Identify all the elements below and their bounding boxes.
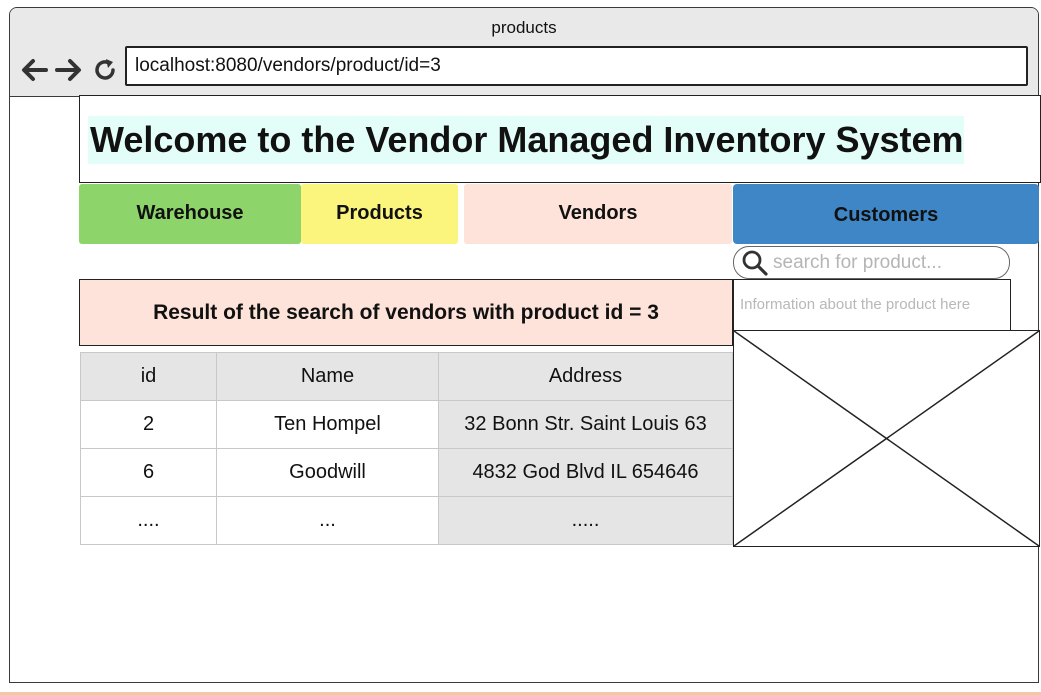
table-row[interactable]: 6 Goodwill 4832 God Blvd IL 654646: [80, 448, 733, 497]
page-title: Welcome to the Vendor Managed Inventory …: [88, 116, 964, 164]
image-placeholder-icon: [733, 330, 1040, 547]
reload-icon[interactable]: [90, 56, 120, 84]
cell-address: 32 Bonn Str. Saint Louis 63: [438, 400, 733, 449]
product-search[interactable]: [733, 246, 1010, 279]
tab-vendors-label: Vendors: [558, 202, 638, 224]
address-bar[interactable]: localhost:8080/vendors/product/id=3: [125, 46, 1028, 86]
tab-warehouse[interactable]: Warehouse: [79, 184, 301, 244]
cell-address: 4832 God Blvd IL 654646: [438, 448, 733, 497]
column-header-name: Name: [216, 352, 439, 401]
page-header: Welcome to the Vendor Managed Inventory …: [79, 95, 1041, 183]
product-image-placeholder: [733, 330, 1040, 547]
address-url: localhost:8080/vendors/product/id=3: [135, 55, 441, 76]
tab-customers[interactable]: Customers: [733, 184, 1039, 244]
result-heading-box: Result of the search of vendors with pro…: [79, 279, 733, 346]
product-info-box: Information about the product here: [733, 279, 1011, 331]
cell-name: Goodwill: [216, 448, 439, 497]
window-title: products: [491, 18, 557, 37]
search-input[interactable]: [769, 251, 1003, 274]
browser-titlebar: products localhost:8080/vendors/product/…: [10, 8, 1038, 97]
table-row[interactable]: .... ... .....: [80, 496, 733, 545]
arrow-right-icon[interactable]: [54, 56, 84, 84]
cell-name: Ten Hompel: [216, 400, 439, 449]
search-icon: [741, 249, 769, 277]
tab-customers-label: Customers: [833, 204, 939, 226]
result-heading: Result of the search of vendors with pro…: [153, 300, 659, 324]
column-header-address: Address: [438, 352, 733, 401]
table-header-row: id Name Address: [80, 352, 733, 401]
product-info-text: Information about the product here: [740, 296, 971, 313]
tab-products[interactable]: Products: [301, 184, 458, 244]
cell-id: ....: [80, 496, 217, 545]
cell-address: .....: [438, 496, 733, 545]
arrow-left-icon[interactable]: [19, 56, 49, 84]
tab-products-label: Products: [336, 202, 423, 224]
table-row[interactable]: 2 Ten Hompel 32 Bonn Str. Saint Louis 63: [80, 400, 733, 449]
tab-warehouse-label: Warehouse: [136, 202, 244, 224]
cell-id: 2: [80, 400, 217, 449]
tab-vendors[interactable]: Vendors: [464, 184, 732, 244]
cell-id: 6: [80, 448, 217, 497]
cell-name: ...: [216, 496, 439, 545]
vendor-results-table: id Name Address 2 Ten Hompel 32 Bonn Str…: [80, 352, 733, 545]
column-header-id: id: [80, 352, 217, 401]
